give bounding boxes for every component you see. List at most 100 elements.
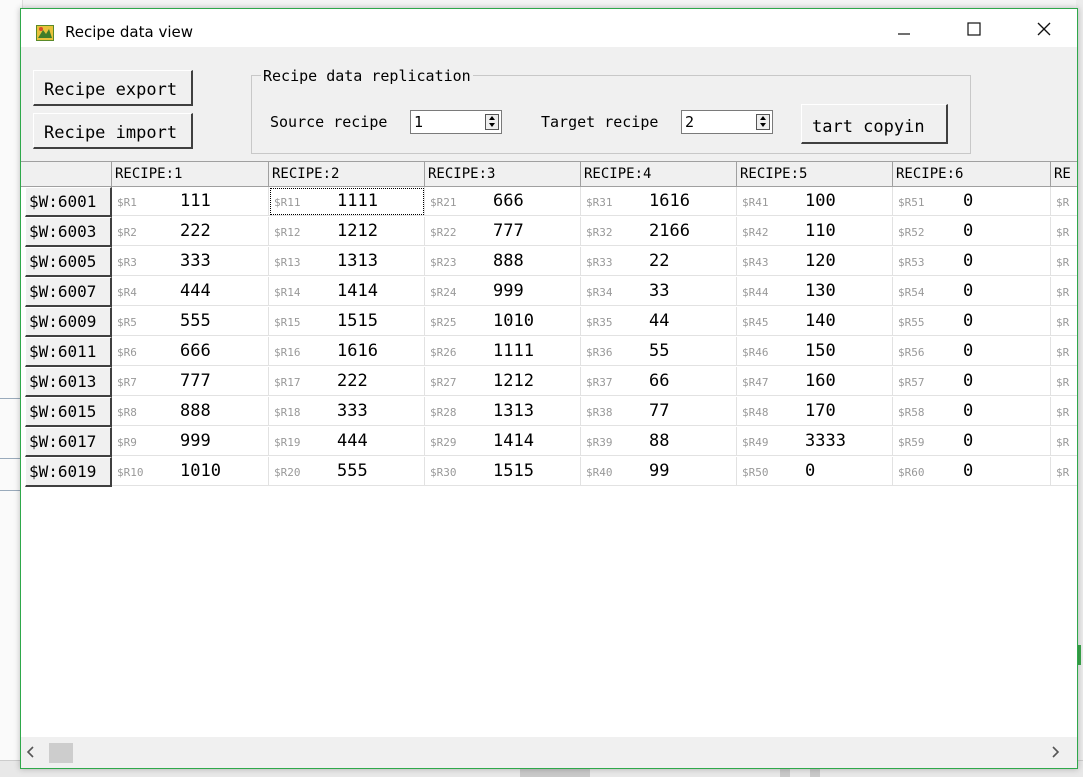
minimize-button[interactable] — [881, 12, 927, 46]
table-cell[interactable]: $R48 170 — [737, 397, 893, 426]
table-cell[interactable]: $R26 1111 — [425, 337, 581, 366]
horizontal-scrollbar[interactable] — [21, 737, 1077, 767]
row-header[interactable]: $W:6003 — [25, 217, 112, 247]
table-cell[interactable]: $R38 77 — [581, 397, 737, 426]
table-cell[interactable]: $R10 1010 — [112, 457, 269, 486]
table-cell[interactable]: $R — [1051, 367, 1077, 396]
column-header[interactable]: RECIPE:5 — [737, 162, 893, 187]
table-cell[interactable]: $R8 888 — [112, 397, 269, 426]
column-header[interactable]: RECIPE:4 — [581, 162, 737, 187]
start-copying-button[interactable]: tart copyin — [801, 104, 948, 144]
table-cell[interactable]: $R14 1414 — [269, 277, 425, 306]
table-cell[interactable]: $R2 222 — [112, 217, 269, 246]
table-cell[interactable]: $R35 44 — [581, 307, 737, 336]
table-cell[interactable]: $R45 140 — [737, 307, 893, 336]
column-header[interactable]: RECIPE:2 — [269, 162, 425, 187]
table-cell[interactable]: $R51 0 — [893, 187, 1051, 216]
table-cell[interactable]: $R25 1010 — [425, 307, 581, 336]
recipe-export-button[interactable]: Recipe export — [33, 70, 193, 106]
table-cell[interactable]: $R56 0 — [893, 337, 1051, 366]
table-cell[interactable]: $R — [1051, 397, 1077, 426]
table-cell[interactable]: $R57 0 — [893, 367, 1051, 396]
table-cell[interactable]: $R17 222 — [269, 367, 425, 396]
table-cell[interactable]: $R34 33 — [581, 277, 737, 306]
row-header[interactable]: $W:6017 — [25, 427, 112, 457]
row-header[interactable]: $W:6019 — [25, 457, 112, 487]
row-header[interactable]: $W:6005 — [25, 247, 112, 277]
table-cell[interactable]: $R41 100 — [737, 187, 893, 216]
recipe-import-button[interactable]: Recipe import — [33, 113, 193, 149]
table-cell[interactable]: $R22 777 — [425, 217, 581, 246]
table-cell[interactable]: $R42 110 — [737, 217, 893, 246]
scrollbar-thumb[interactable] — [49, 743, 73, 763]
row-header[interactable]: $W:6001 — [25, 187, 112, 217]
table-cell[interactable]: $R49 3333 — [737, 427, 893, 456]
table-cell[interactable]: $R24 999 — [425, 277, 581, 306]
table-cell[interactable]: $R — [1051, 457, 1077, 486]
table-cell[interactable]: $R1 111 — [112, 187, 269, 216]
table-cell[interactable]: $R46 150 — [737, 337, 893, 366]
table-cell[interactable]: $R59 0 — [893, 427, 1051, 456]
table-cell[interactable]: $R16 1616 — [269, 337, 425, 366]
table-cell[interactable]: $R23 888 — [425, 247, 581, 276]
table-cell[interactable]: $R40 99 — [581, 457, 737, 486]
column-header[interactable]: RECIPE:3 — [425, 162, 581, 187]
title-bar[interactable]: Recipe data view — [21, 9, 1077, 47]
table-cell[interactable]: $R37 66 — [581, 367, 737, 396]
table-cell[interactable]: $R53 0 — [893, 247, 1051, 276]
maximize-button[interactable] — [951, 12, 997, 46]
table-cell[interactable]: $R3 333 — [112, 247, 269, 276]
table-cell[interactable]: $R12 1212 — [269, 217, 425, 246]
table-cell[interactable]: $R19 444 — [269, 427, 425, 456]
table-cell[interactable]: $R — [1051, 187, 1077, 216]
row-header[interactable]: $W:6011 — [25, 337, 112, 367]
table-cell[interactable]: $R15 1515 — [269, 307, 425, 336]
close-button[interactable] — [1021, 12, 1067, 46]
table-cell[interactable]: $R54 0 — [893, 277, 1051, 306]
table-cell[interactable]: $R29 1414 — [425, 427, 581, 456]
table-cell[interactable]: $R11 1111 — [269, 187, 425, 216]
table-cell[interactable]: $R27 1212 — [425, 367, 581, 396]
row-header[interactable]: $W:6007 — [25, 277, 112, 307]
table-cell[interactable]: $R4 444 — [112, 277, 269, 306]
table-cell[interactable]: $R44 130 — [737, 277, 893, 306]
table-cell[interactable]: $R7 777 — [112, 367, 269, 396]
table-cell[interactable]: $R20 555 — [269, 457, 425, 486]
target-recipe-spinbox[interactable]: 2 — [681, 110, 773, 134]
source-recipe-spinbox[interactable]: 1 — [410, 110, 502, 134]
target-spin-arrows-icon[interactable] — [756, 114, 770, 130]
row-header[interactable]: $W:6013 — [25, 367, 112, 397]
table-cell[interactable]: $R33 22 — [581, 247, 737, 276]
row-header[interactable]: $W:6015 — [25, 397, 112, 427]
table-cell[interactable]: $R28 1313 — [425, 397, 581, 426]
table-cell[interactable]: $R — [1051, 307, 1077, 336]
table-cell[interactable]: $R60 0 — [893, 457, 1051, 486]
table-cell[interactable]: $R6 666 — [112, 337, 269, 366]
scroll-right-button[interactable] — [1051, 745, 1069, 763]
table-cell[interactable]: $R9 999 — [112, 427, 269, 456]
table-cell[interactable]: $R50 0 — [737, 457, 893, 486]
table-cell[interactable]: $R43 120 — [737, 247, 893, 276]
column-header[interactable]: RECIPE:1 — [112, 162, 269, 187]
table-cell[interactable]: $R31 1616 — [581, 187, 737, 216]
table-cell[interactable]: $R36 55 — [581, 337, 737, 366]
table-cell[interactable]: $R13 1313 — [269, 247, 425, 276]
column-header[interactable]: RECIPE:6 — [893, 162, 1051, 187]
table-cell[interactable]: $R — [1051, 277, 1077, 306]
table-cell[interactable]: $R — [1051, 337, 1077, 366]
table-cell[interactable]: $R58 0 — [893, 397, 1051, 426]
source-spin-arrows-icon[interactable] — [485, 114, 499, 130]
table-cell[interactable]: $R21 666 — [425, 187, 581, 216]
column-header[interactable]: RE — [1051, 162, 1077, 187]
table-cell[interactable]: $R — [1051, 427, 1077, 456]
table-cell[interactable]: $R5 555 — [112, 307, 269, 336]
table-cell[interactable]: $R18 333 — [269, 397, 425, 426]
table-cell[interactable]: $R39 88 — [581, 427, 737, 456]
table-cell[interactable]: $R32 2166 — [581, 217, 737, 246]
table-cell[interactable]: $R — [1051, 247, 1077, 276]
table-cell[interactable]: $R52 0 — [893, 217, 1051, 246]
table-cell[interactable]: $R55 0 — [893, 307, 1051, 336]
table-cell[interactable]: $R30 1515 — [425, 457, 581, 486]
table-cell[interactable]: $R47 160 — [737, 367, 893, 396]
row-header[interactable]: $W:6009 — [25, 307, 112, 337]
